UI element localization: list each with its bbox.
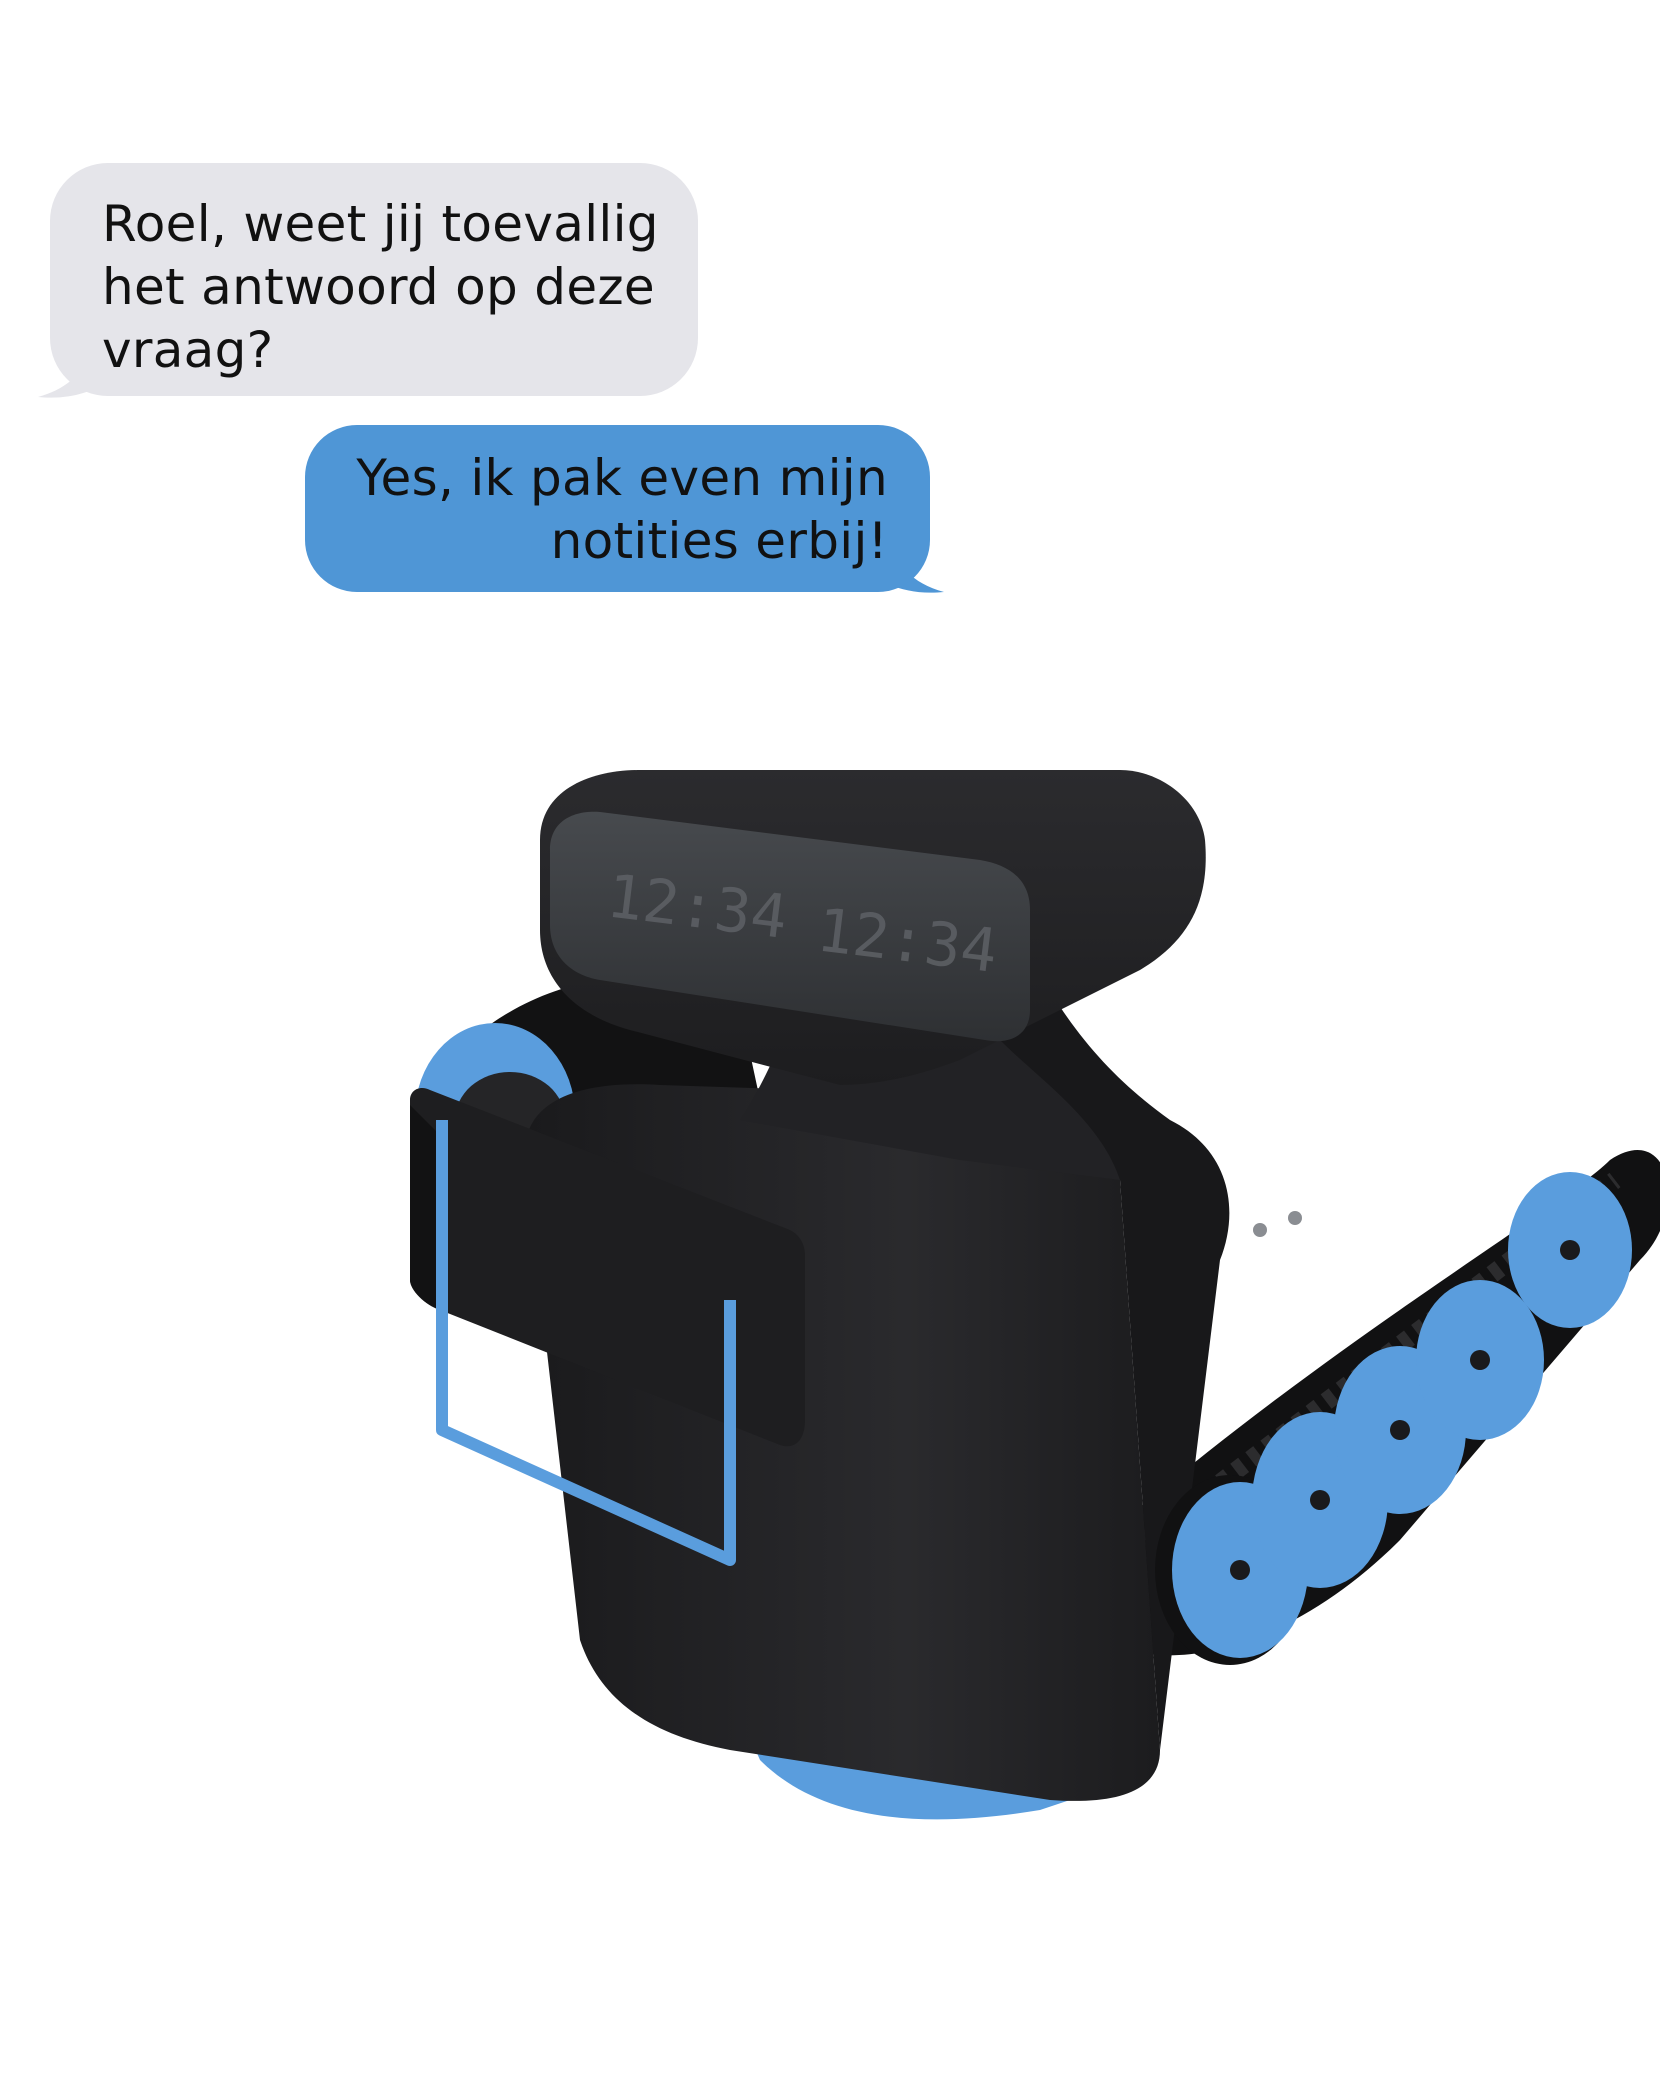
- received-message-line: vraag?: [102, 321, 274, 379]
- received-message-line: Roel, weet jij toevallig: [102, 195, 659, 253]
- sensor-dot: [1288, 1211, 1302, 1225]
- track-wheels: [1155, 1172, 1632, 1665]
- robot-drawing: 12:34 12:34: [410, 770, 1660, 1820]
- sent-message-line: notities erbij!: [550, 512, 888, 570]
- sent-message-line: Yes, ik pak even mijn: [356, 449, 888, 507]
- robot-illustration: 12:34 12:34: [400, 740, 1660, 1980]
- sensor-dot: [1253, 1223, 1267, 1237]
- sent-message-bubble: Yes, ik pak even mijn notities erbij!: [305, 425, 930, 592]
- received-message-bubble: Roel, weet jij toevallig het antwoord op…: [50, 163, 698, 396]
- received-message-line: het antwoord op deze: [102, 258, 655, 316]
